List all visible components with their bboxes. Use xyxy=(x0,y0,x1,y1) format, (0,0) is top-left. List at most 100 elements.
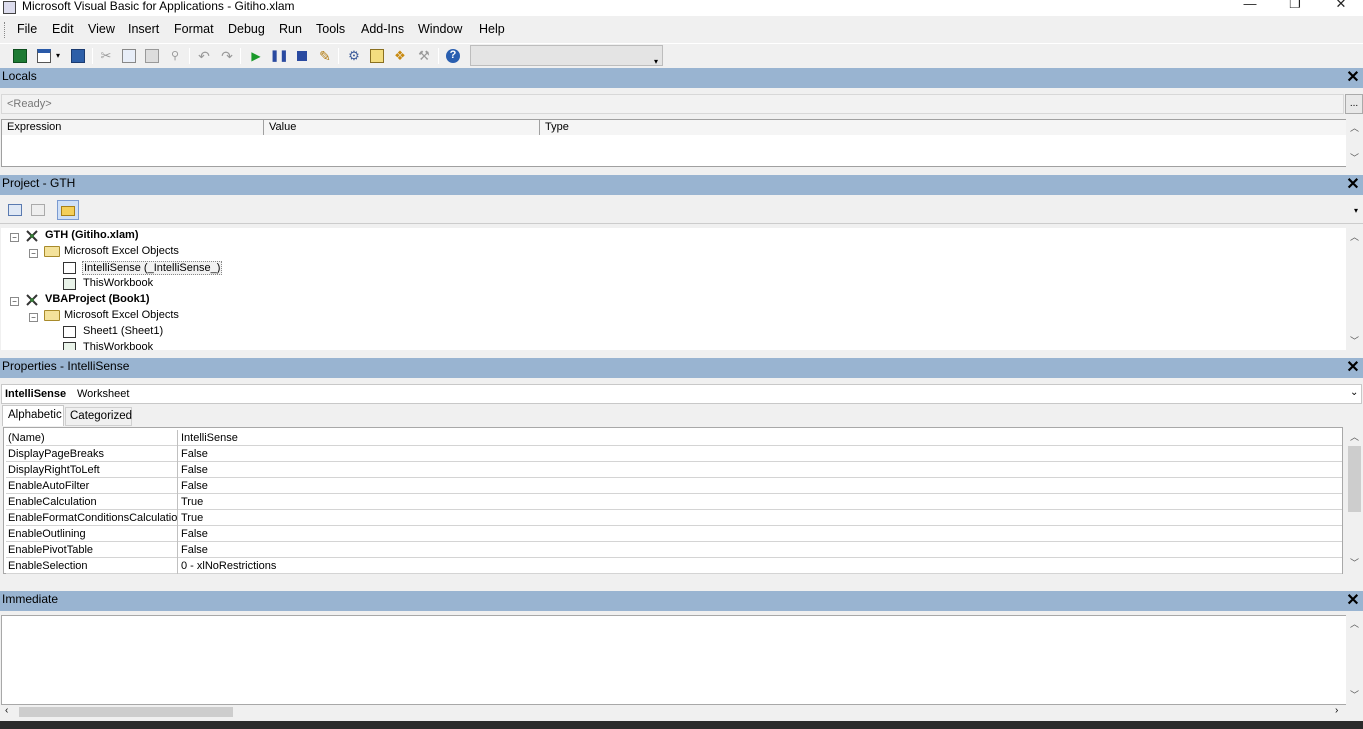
menu-window[interactable]: Window xyxy=(418,22,462,36)
immediate-vscrollbar[interactable]: ︿ ﹀ xyxy=(1346,615,1363,705)
menu-view[interactable]: View xyxy=(88,22,115,36)
property-value[interactable]: False xyxy=(181,544,208,556)
tree-item-intellisense[interactable]: IntelliSense (_IntelliSense_) xyxy=(82,261,223,275)
scroll-up-icon[interactable]: ︿ xyxy=(1346,230,1363,244)
property-value[interactable]: IntelliSense xyxy=(181,432,238,444)
tree-item-excel-objects-2[interactable]: Microsoft Excel Objects xyxy=(64,309,179,321)
project-close-icon[interactable]: ✕ xyxy=(1344,176,1362,194)
maximize-button[interactable]: ❐ xyxy=(1275,0,1315,14)
toggle-folders-button[interactable] xyxy=(57,200,79,220)
expand-toggle-icon[interactable]: − xyxy=(10,233,19,242)
property-row[interactable]: EnablePivotTable False xyxy=(6,542,1342,558)
menu-insert[interactable]: Insert xyxy=(128,22,159,36)
cut-icon[interactable]: ✂ xyxy=(97,47,115,65)
tab-alphabetic[interactable]: Alphabetic xyxy=(2,405,64,426)
project-explorer-icon[interactable]: ⚙ xyxy=(345,47,363,65)
property-row[interactable]: EnableOutlining False xyxy=(6,526,1342,542)
menu-add-ins[interactable]: Add-Ins xyxy=(361,22,404,36)
scroll-right-icon[interactable]: › xyxy=(1335,705,1338,716)
chevron-down-icon[interactable]: ⌄ xyxy=(1350,387,1358,398)
column-divider[interactable] xyxy=(177,558,178,574)
scroll-down-icon[interactable]: ﹀ xyxy=(1346,334,1363,348)
break-icon[interactable]: ❚❚ xyxy=(270,47,288,65)
locals-call-stack-button[interactable]: ... xyxy=(1345,94,1363,114)
undo-icon[interactable]: ↶ xyxy=(195,47,213,65)
col-type[interactable]: Type xyxy=(540,120,1346,135)
properties-scrollbar[interactable]: ︿ ﹀ xyxy=(1346,428,1363,574)
run-icon[interactable]: ▶ xyxy=(247,47,265,65)
save-icon[interactable] xyxy=(69,47,87,65)
property-row[interactable]: DisplayPageBreaks False xyxy=(6,446,1342,462)
tree-item-sheet1[interactable]: Sheet1 (Sheet1) xyxy=(83,325,163,337)
locals-scrollbar[interactable]: ︿ ﹀ xyxy=(1346,119,1363,167)
immediate-editor[interactable] xyxy=(1,615,1347,705)
expand-toggle-icon[interactable]: − xyxy=(29,249,38,258)
design-mode-icon[interactable]: ✎ xyxy=(316,47,334,65)
menu-run[interactable]: Run xyxy=(279,22,302,36)
redo-icon[interactable]: ↷ xyxy=(218,47,236,65)
property-row[interactable]: EnableAutoFilter False xyxy=(6,478,1342,494)
column-divider[interactable] xyxy=(177,446,178,462)
scrollbar-thumb[interactable] xyxy=(1348,446,1361,512)
project-toolbar-overflow-icon[interactable]: ▾ xyxy=(1354,206,1358,215)
property-value[interactable]: False xyxy=(181,528,208,540)
expand-toggle-icon[interactable]: − xyxy=(29,313,38,322)
menubar-grip[interactable] xyxy=(4,22,7,38)
paste-icon[interactable] xyxy=(143,47,161,65)
view-object-icon[interactable] xyxy=(31,204,45,216)
insert-userform-icon[interactable] xyxy=(35,47,53,65)
menu-edit[interactable]: Edit xyxy=(52,22,74,36)
col-value[interactable]: Value xyxy=(264,120,540,135)
column-divider[interactable] xyxy=(177,526,178,542)
property-value[interactable]: 0 - xlNoRestrictions xyxy=(181,560,276,572)
menu-format[interactable]: Format xyxy=(174,22,214,36)
scroll-up-icon[interactable]: ︿ xyxy=(1346,121,1363,135)
tree-item-excel-objects[interactable]: Microsoft Excel Objects xyxy=(64,245,179,257)
column-divider[interactable] xyxy=(177,462,178,478)
menu-debug[interactable]: Debug xyxy=(228,22,265,36)
find-icon[interactable]: ⚲ xyxy=(166,47,184,65)
column-divider[interactable] xyxy=(177,494,178,510)
menu-tools[interactable]: Tools xyxy=(316,22,345,36)
menu-help[interactable]: Help xyxy=(479,22,505,36)
reset-icon[interactable] xyxy=(293,47,311,65)
close-window-button[interactable]: ✕ xyxy=(1321,0,1361,14)
property-value[interactable]: False xyxy=(181,448,208,460)
minimize-button[interactable]: — xyxy=(1230,0,1270,14)
hscroll-thumb[interactable] xyxy=(19,707,233,717)
property-row[interactable]: DisplayRightToLeft False xyxy=(6,462,1342,478)
immediate-hscrollbar[interactable]: ‹ › xyxy=(1,705,1347,719)
immediate-close-icon[interactable]: ✕ xyxy=(1344,592,1362,610)
expand-toggle-icon[interactable]: − xyxy=(10,297,19,306)
scroll-left-icon[interactable]: ‹ xyxy=(5,705,8,716)
column-divider[interactable] xyxy=(177,478,178,494)
tree-item-thisworkbook-2[interactable]: ThisWorkbook xyxy=(83,341,153,350)
scroll-up-icon[interactable]: ︿ xyxy=(1346,617,1363,631)
property-value[interactable]: True xyxy=(181,512,203,524)
property-value[interactable]: True xyxy=(181,496,203,508)
locals-close-icon[interactable]: ✕ xyxy=(1344,69,1362,87)
menu-file[interactable]: File xyxy=(17,22,37,36)
properties-window-icon[interactable] xyxy=(368,47,386,65)
view-code-icon[interactable] xyxy=(8,204,22,216)
column-divider[interactable] xyxy=(177,542,178,558)
scroll-down-icon[interactable]: ﹀ xyxy=(1346,688,1363,702)
tree-item-thisworkbook[interactable]: ThisWorkbook xyxy=(83,277,153,289)
scroll-down-icon[interactable]: ﹀ xyxy=(1346,556,1363,570)
object-browser-icon[interactable]: ❖ xyxy=(391,47,409,65)
property-value[interactable]: False xyxy=(181,464,208,476)
col-expression[interactable]: Expression xyxy=(2,120,264,135)
object-selector-dropdown[interactable]: IntelliSense Worksheet ⌄ xyxy=(1,384,1362,404)
tree-item-gth[interactable]: GTH (Gitiho.xlam) xyxy=(45,229,139,241)
column-divider[interactable] xyxy=(177,430,178,446)
property-row[interactable]: EnableCalculation True xyxy=(6,494,1342,510)
view-excel-icon[interactable] xyxy=(11,47,29,65)
toolbox-icon[interactable]: ⚒ xyxy=(415,47,433,65)
property-row[interactable]: EnableSelection 0 - xlNoRestrictions xyxy=(6,558,1342,574)
property-value[interactable]: False xyxy=(181,480,208,492)
tab-categorized[interactable]: Categorized xyxy=(65,407,132,426)
help-icon[interactable]: ? xyxy=(444,47,462,65)
property-row[interactable]: EnableFormatConditionsCalculation True xyxy=(6,510,1342,526)
scroll-up-icon[interactable]: ︿ xyxy=(1346,430,1363,444)
tree-item-vbaproject[interactable]: VBAProject (Book1) xyxy=(45,293,150,305)
